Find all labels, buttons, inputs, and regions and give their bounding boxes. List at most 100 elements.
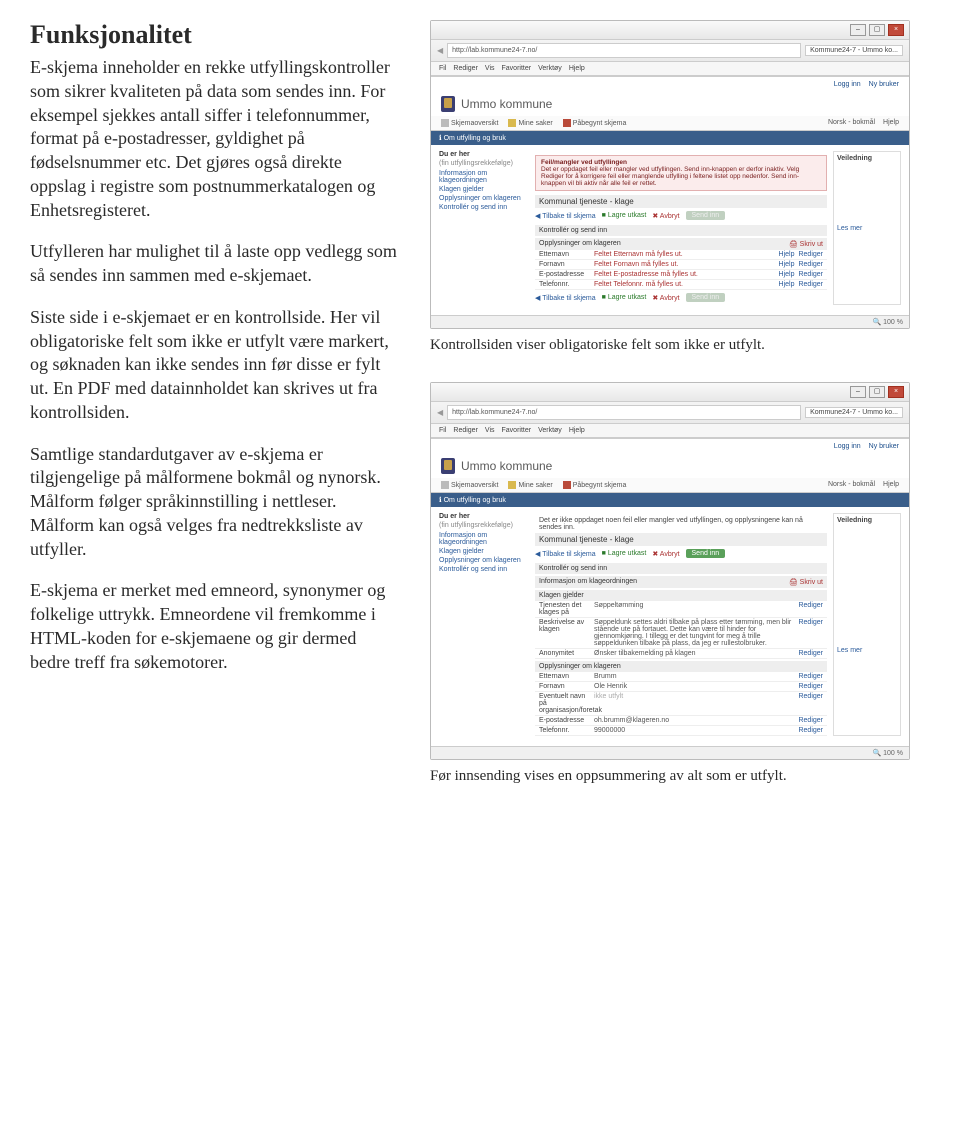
send-button[interactable]: Send inn — [686, 549, 726, 558]
maximize-icon[interactable]: ▢ — [869, 24, 885, 36]
cancel-button[interactable]: ✖ Avbryt — [652, 212, 679, 220]
panel-title: Kommunal tjeneste - klage — [535, 195, 827, 208]
section-oppkl: Opplysninger om klageren — [535, 661, 827, 672]
summary-row: Eventuelt navn på organisasjon/foretakik… — [535, 692, 827, 716]
send-button-disabled: Send inn — [686, 293, 726, 302]
paragraph: E-skjema er merket med emneord, synonyme… — [30, 579, 400, 674]
help-heading: Veiledning — [837, 517, 897, 524]
info-bar: ℹ Om utfylling og bruk — [439, 134, 506, 142]
paragraph: E-skjema inneholder en rekke utfyllingsk… — [30, 56, 400, 222]
newuser-link[interactable]: Ny bruker — [869, 443, 899, 450]
address-bar[interactable]: http://lab.kommune24-7.no/ — [447, 43, 801, 58]
browser-tab[interactable]: Kommune24-7 - Ummo ko... — [805, 45, 903, 56]
section-kontroller: Kontrollér og send inn — [535, 563, 827, 574]
nav-item[interactable]: Klagen gjelder — [439, 548, 529, 555]
nav-item[interactable]: Kontrollér og send inn — [439, 204, 529, 211]
edit-link[interactable]: Rediger — [798, 683, 823, 690]
menu-fil[interactable]: Fil — [439, 65, 446, 72]
tab-pabegynt[interactable]: Påbegynt skjema — [563, 481, 627, 489]
help-link[interactable]: Hjelp — [779, 261, 795, 268]
back-button[interactable]: ◀ Tilbake til skjema — [535, 212, 596, 220]
error-row: FornavnFeltet Fornavn må fylles ut.Hjelp… — [535, 260, 827, 270]
read-more-link[interactable]: Les mer — [837, 225, 897, 232]
tab-skjemaoversikt[interactable]: Skjemaoversikt — [441, 481, 498, 489]
save-button[interactable]: ■ Lagre utkast — [602, 212, 647, 219]
menu-verktoy[interactable]: Verktøy — [538, 65, 562, 72]
edit-link[interactable]: Rediger — [798, 619, 823, 647]
login-link[interactable]: Logg inn — [834, 81, 861, 88]
nav-item[interactable]: Informasjon om klageordningen — [439, 532, 529, 546]
close-icon[interactable]: × — [888, 386, 904, 398]
lang-select[interactable]: Norsk - bokmål — [828, 481, 875, 489]
edit-link[interactable]: Rediger — [798, 602, 823, 616]
edit-link[interactable]: Rediger — [798, 261, 823, 268]
read-more-link[interactable]: Les mer — [837, 647, 897, 654]
save-button[interactable]: ■ Lagre utkast — [602, 550, 647, 557]
nav-item[interactable]: Opplysninger om klageren — [439, 557, 529, 564]
nav-heading: Du er her — [439, 151, 529, 158]
print-link[interactable]: 🖨 Skriv ut — [789, 240, 823, 248]
browser-tab[interactable]: Kommune24-7 - Ummo ko... — [805, 407, 903, 418]
cancel-button[interactable]: ✖ Avbryt — [652, 294, 679, 302]
address-bar[interactable]: http://lab.kommune24-7.no/ — [447, 405, 801, 420]
edit-link[interactable]: Rediger — [798, 673, 823, 680]
menu-fav[interactable]: Favoritter — [502, 427, 532, 434]
ok-message: Det er ikke oppdaget noen feil eller man… — [535, 513, 827, 533]
help-link[interactable]: Hjelp — [883, 119, 899, 127]
edit-link[interactable]: Rediger — [798, 271, 823, 278]
minimize-icon[interactable]: – — [850, 24, 866, 36]
back-button[interactable]: ◀ Tilbake til skjema — [535, 550, 596, 558]
error-row: E-postadresseFeltet E-postadresse må fyl… — [535, 270, 827, 280]
section-opplysninger: Opplysninger om klageren 🖨 Skriv ut — [535, 238, 827, 250]
nav-item[interactable]: Klagen gjelder — [439, 186, 529, 193]
tab-pabegynt[interactable]: Påbegynt skjema — [563, 119, 627, 127]
menu-rediger[interactable]: Rediger — [453, 427, 478, 434]
edit-link[interactable]: Rediger — [798, 717, 823, 724]
menu-fil[interactable]: Fil — [439, 427, 446, 434]
help-heading: Veiledning — [837, 155, 897, 162]
summary-row: Beskrivelse av klagenSøppeldunk settes a… — [535, 618, 827, 649]
nav-item[interactable]: Informasjon om klageordningen — [439, 170, 529, 184]
edit-link[interactable]: Rediger — [798, 650, 823, 657]
section-kontroller: Kontrollér og send inn — [535, 225, 827, 236]
save-button[interactable]: ■ Lagre utkast — [602, 294, 647, 301]
section-klagen: Klagen gjelder — [535, 590, 827, 601]
tab-mine-saker[interactable]: Mine saker — [508, 119, 552, 127]
menu-vis[interactable]: Vis — [485, 427, 495, 434]
nav-back-icon[interactable]: ◀ — [437, 46, 443, 55]
help-link[interactable]: Hjelp — [779, 271, 795, 278]
browser-menu: Fil Rediger Vis Favoritter Verktøy Hjelp — [431, 424, 909, 438]
section-heading: Funksjonalitet — [30, 20, 400, 50]
login-link[interactable]: Logg inn — [834, 443, 861, 450]
edit-link[interactable]: Rediger — [798, 251, 823, 258]
nav-item[interactable]: Kontrollér og send inn — [439, 566, 529, 573]
tab-mine-saker[interactable]: Mine saker — [508, 481, 552, 489]
nav-heading: Du er her — [439, 513, 529, 520]
edit-link[interactable]: Rediger — [798, 727, 823, 734]
zoom-level: 🔍 100 % — [872, 318, 903, 326]
menu-hjelp[interactable]: Hjelp — [569, 65, 585, 72]
maximize-icon[interactable]: ▢ — [869, 386, 885, 398]
menu-vis[interactable]: Vis — [485, 65, 495, 72]
help-link[interactable]: Hjelp — [779, 281, 795, 288]
back-button[interactable]: ◀ Tilbake til skjema — [535, 294, 596, 302]
close-icon[interactable]: × — [888, 24, 904, 36]
crest-icon — [441, 458, 455, 474]
edit-link[interactable]: Rediger — [798, 281, 823, 288]
minimize-icon[interactable]: – — [850, 386, 866, 398]
newuser-link[interactable]: Ny bruker — [869, 81, 899, 88]
cancel-button[interactable]: ✖ Avbryt — [652, 550, 679, 558]
menu-fav[interactable]: Favoritter — [502, 65, 532, 72]
menu-rediger[interactable]: Rediger — [453, 65, 478, 72]
edit-link[interactable]: Rediger — [798, 693, 823, 714]
tab-skjemaoversikt[interactable]: Skjemaoversikt — [441, 119, 498, 127]
print-link[interactable]: 🖨 Skriv ut — [789, 578, 823, 586]
help-link[interactable]: Hjelp — [779, 251, 795, 258]
nav-item[interactable]: Opplysninger om klageren — [439, 195, 529, 202]
nav-back-icon[interactable]: ◀ — [437, 408, 443, 417]
menu-verktoy[interactable]: Verktøy — [538, 427, 562, 434]
menu-hjelp[interactable]: Hjelp — [569, 427, 585, 434]
crest-icon — [441, 96, 455, 112]
lang-select[interactable]: Norsk - bokmål — [828, 119, 875, 127]
help-link[interactable]: Hjelp — [883, 481, 899, 489]
